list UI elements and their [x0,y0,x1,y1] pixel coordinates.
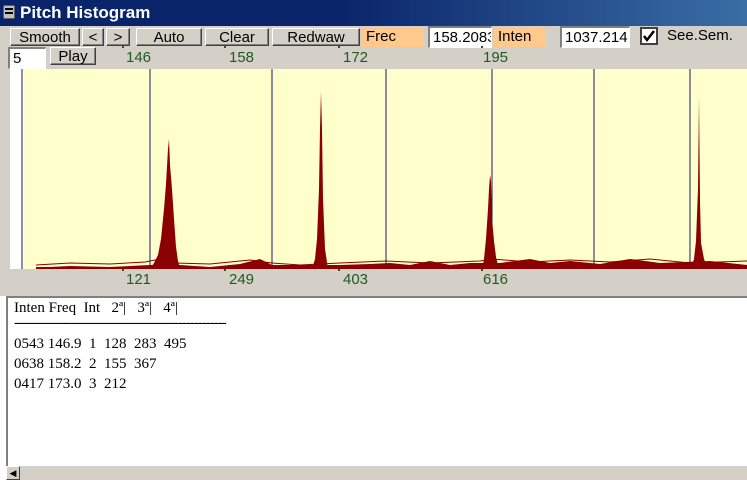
title-bar: Pitch Histogram [0,0,747,26]
bottom-tick-121: 121 [126,271,152,288]
app-icon [3,5,15,19]
frec-label: Frec [362,27,424,47]
horizontal-scrollbar[interactable]: ◀ [6,466,747,480]
inten-field[interactable]: 1037.214 [560,26,630,48]
top-tick-146: 146 [126,49,152,66]
pitch-histogram-chart [10,69,747,269]
bottom-tick-403: 403 [343,271,369,288]
result-row-2: 0638 158.2 2 155 367 [14,356,157,372]
seesem-label: See.Sem. [667,27,733,44]
bottom-tick-616: 616 [483,271,509,288]
plot-background [10,69,747,269]
smooth-value-field[interactable]: 5 [8,47,46,69]
results-panel: Inten Freq Int 2ª| 3ª| 4ª| -------------… [6,296,747,480]
redraw-button[interactable]: Redwaw [272,28,360,46]
scroll-left-arrow-icon[interactable]: ◀ [6,466,20,480]
results-separator: ----------------------------------------… [14,315,227,331]
previous-button[interactable]: < [82,28,104,46]
next-button[interactable]: > [106,28,130,46]
top-tick-172: 172 [343,49,369,66]
seesem-checkbox[interactable] [640,27,658,45]
top-tick-158: 158 [229,49,255,66]
window-title: Pitch Histogram [20,3,151,22]
bottom-tick-249: 249 [229,271,255,288]
play-button[interactable]: Play [50,47,96,65]
checkmark-icon [643,30,655,43]
top-tick-195: 195 [483,49,509,66]
inten-label: Inten [494,27,546,47]
result-row-1: 0543 146.9 1 128 283 495 [14,336,187,352]
result-row-3: 0417 173.0 3 212 [14,376,127,392]
smooth-button[interactable]: Smooth [10,28,80,46]
frec-field[interactable]: 158.2083 [428,26,492,48]
auto-button[interactable]: Auto [136,28,202,46]
clear-button[interactable]: Clear [205,28,269,46]
